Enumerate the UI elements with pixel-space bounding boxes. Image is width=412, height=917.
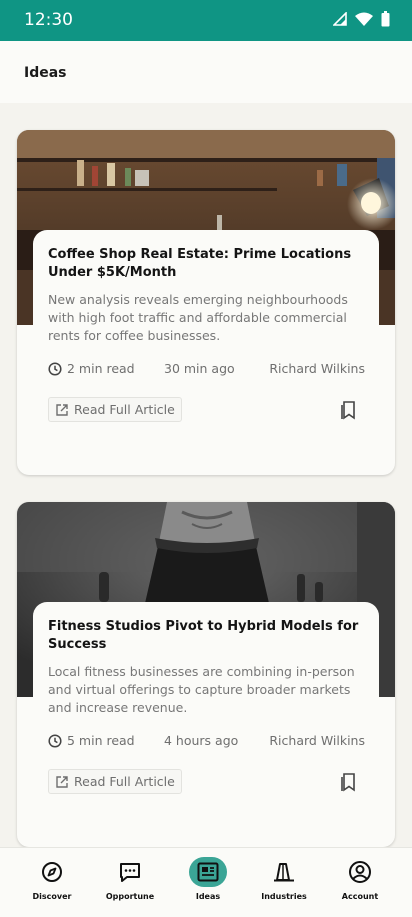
status-icons: [333, 11, 390, 27]
article-card[interactable]: Coffee Shop Real Estate: Prime Locations…: [17, 130, 395, 475]
article-title[interactable]: Coffee Shop Real Estate: Prime Locations…: [48, 246, 363, 282]
article-meta: 2 min read 30 min ago Richard Wilkins: [48, 361, 368, 381]
read-full-article-label: Read Full Article: [74, 774, 175, 789]
posted-time: 4 hours ago: [164, 733, 239, 748]
author-name: Richard Wilkins: [269, 733, 365, 748]
tower-icon: [265, 857, 303, 887]
nav-item-discover[interactable]: Discover: [12, 848, 92, 917]
status-time: 12:30: [24, 10, 73, 30]
bookmark-icon: [341, 401, 355, 420]
compass-icon: [33, 857, 71, 887]
read-time-label: 5 min read: [67, 733, 135, 748]
article-card[interactable]: Fitness Studios Pivot to Hybrid Models f…: [17, 502, 395, 847]
read-full-article-button[interactable]: Read Full Article: [48, 769, 182, 794]
read-full-article-label: Read Full Article: [74, 402, 175, 417]
signal-icon: [333, 12, 347, 26]
read-full-article-button[interactable]: Read Full Article: [48, 397, 182, 422]
bottom-nav: Discover Opportune Ideas Industries Acco…: [0, 847, 412, 917]
read-time: 2 min read: [48, 361, 135, 376]
battery-icon: [381, 11, 390, 27]
article-content: Coffee Shop Real Estate: Prime Locations…: [33, 230, 379, 425]
bookmark-icon: [341, 773, 355, 792]
app-header: Ideas: [0, 41, 412, 103]
clock-icon: [48, 361, 62, 376]
nav-label-discover: Discover: [32, 892, 72, 901]
article-description: Local fitness businesses are combining i…: [48, 664, 355, 715]
article-description: New analysis reveals emerging neighbourh…: [48, 292, 348, 343]
nav-item-opportune[interactable]: Opportune: [90, 848, 170, 917]
status-bar: 12:30: [0, 0, 412, 41]
newspaper-icon: [189, 857, 227, 887]
article-title[interactable]: Fitness Studios Pivot to Hybrid Models f…: [48, 618, 363, 654]
external-link-icon: [56, 403, 68, 416]
nav-label-ideas: Ideas: [195, 892, 221, 901]
nav-label-account: Account: [341, 892, 379, 901]
posted-time: 30 min ago: [164, 361, 235, 376]
nav-label-opportune: Opportune: [105, 892, 155, 901]
nav-item-industries[interactable]: Industries: [244, 848, 324, 917]
chat-bubble-icon: [111, 857, 149, 887]
author-name: Richard Wilkins: [269, 361, 365, 376]
nav-item-ideas[interactable]: Ideas: [168, 848, 248, 917]
clock-icon: [48, 733, 62, 748]
user-circle-icon: [341, 857, 379, 887]
read-time: 5 min read: [48, 733, 135, 748]
article-meta: 5 min read 4 hours ago Richard Wilkins: [48, 733, 368, 753]
external-link-icon: [56, 775, 68, 788]
article-content: Fitness Studios Pivot to Hybrid Models f…: [33, 602, 379, 797]
article-feed[interactable]: Coffee Shop Real Estate: Prime Locations…: [0, 103, 412, 847]
bookmark-button[interactable]: [337, 399, 359, 421]
nav-item-account[interactable]: Account: [320, 848, 400, 917]
read-time-label: 2 min read: [67, 361, 135, 376]
nav-label-industries: Industries: [261, 892, 307, 901]
bookmark-button[interactable]: [337, 771, 359, 793]
wifi-icon: [355, 12, 373, 26]
page-title: Ideas: [24, 65, 67, 81]
